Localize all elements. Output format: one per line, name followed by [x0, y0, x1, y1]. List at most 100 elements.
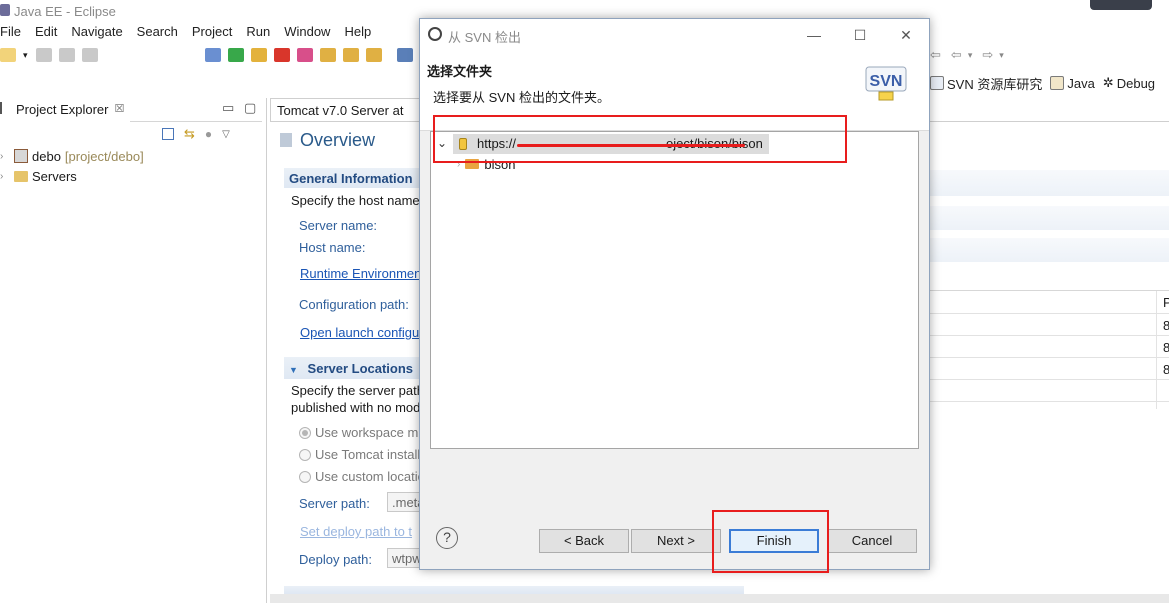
step-into-icon[interactable]	[319, 48, 336, 62]
menu-search[interactable]: Search	[130, 22, 185, 42]
svn-checkout-dialog: 从 SVN 检出 — ☐ ✕ 选择文件夹 选择要从 SVN 检出的文件夹。 SV…	[419, 18, 930, 570]
navigation-history: ⇦ ⇦ ▾ ⇨ ▾	[930, 42, 1004, 68]
table-row-line	[930, 379, 1169, 380]
overview-title: Overview	[300, 130, 376, 150]
step-return-icon[interactable]	[365, 48, 382, 62]
link-editor-icon[interactable]: ⇆	[184, 126, 195, 142]
open-launch-config-link[interactable]: Open launch configu	[300, 325, 419, 340]
project-explorer-header: Project Explorer ☒ ▭ ▢	[0, 97, 262, 122]
table-cell: 8	[1163, 318, 1169, 333]
svn-logo-text: SVN	[870, 73, 903, 90]
runtime-environment-link[interactable]: Runtime Environment	[300, 266, 425, 281]
menu-project[interactable]: Project	[185, 22, 239, 42]
menu-window[interactable]: Window	[277, 22, 337, 42]
collapse-all-icon[interactable]	[162, 128, 174, 140]
floating-widget	[1090, 0, 1152, 10]
dialog-header-title: 选择文件夹	[427, 64, 493, 79]
suspend-icon[interactable]	[250, 48, 267, 62]
step-over-icon[interactable]	[342, 48, 359, 62]
overview-icon	[280, 133, 292, 147]
dialog-close-icon[interactable]: ✕	[896, 25, 916, 45]
dialog-maximize-icon[interactable]: ☐	[850, 25, 870, 45]
window-title: Java EE - Eclipse	[14, 4, 116, 19]
tree-item-servers[interactable]: › Servers	[0, 166, 144, 186]
back-arrow-icon[interactable]: ⇦	[951, 47, 962, 63]
expand-icon[interactable]: ›	[0, 151, 10, 162]
maximize-view-icon[interactable]: ▢	[244, 100, 256, 116]
toolbar-extra-icon[interactable]	[396, 48, 413, 62]
general-info-desc: Specify the host name	[291, 193, 420, 208]
dialog-header-subtitle: 选择要从 SVN 检出的文件夹。	[433, 90, 610, 105]
editor-tab-label: Tomcat v7.0 Server at	[277, 103, 404, 118]
new-icon[interactable]	[0, 48, 16, 62]
table-cell: 8	[1163, 340, 1169, 355]
save-icon[interactable]	[35, 48, 52, 62]
back-history-icon[interactable]: ⇦	[930, 47, 941, 63]
debug-perspective-icon: ✲	[1102, 75, 1114, 90]
expand-icon[interactable]: ›	[0, 171, 10, 182]
ports-table: P 8 8 8	[930, 290, 1169, 409]
menu-help[interactable]: Help	[337, 22, 378, 42]
general-info-title: General Information	[289, 171, 413, 186]
back-dropdown-icon[interactable]: ▾	[968, 50, 973, 61]
server-path-label: Server path:	[299, 496, 370, 511]
next-button[interactable]: Next >	[631, 529, 721, 553]
table-row-line	[930, 313, 1169, 314]
forward-arrow-icon[interactable]: ⇨	[982, 47, 993, 63]
save-all-icon[interactable]	[58, 48, 75, 62]
project-explorer-tab[interactable]: Project Explorer ☒	[0, 97, 131, 122]
new-dropdown-icon[interactable]: ▾	[23, 50, 28, 61]
project-explorer-toolbar: ⇆ ● ▽	[162, 126, 230, 142]
folder-tree[interactable]: ⌄ https://oject/bison/bison › bison	[430, 131, 919, 449]
table-divider	[1156, 291, 1157, 409]
radio-use-tomcat[interactable]: Use Tomcat install	[299, 447, 420, 462]
help-icon: ?	[443, 529, 451, 545]
deploy-path-label: Deploy path:	[299, 552, 372, 567]
menu-run[interactable]: Run	[239, 22, 277, 42]
view-menu-icon[interactable]: ●	[205, 127, 212, 141]
folder-icon	[14, 170, 28, 182]
print-icon[interactable]	[81, 48, 98, 62]
collapse-section-icon[interactable]: ▼	[289, 365, 298, 375]
menu-navigate[interactable]: Navigate	[64, 22, 129, 42]
eclipse-app-icon	[0, 4, 10, 16]
table-row-line	[930, 357, 1169, 358]
perspective-java[interactable]: Java	[1050, 76, 1095, 91]
minimize-view-icon[interactable]: ▭	[222, 100, 234, 116]
right-section-header-2	[930, 206, 1169, 230]
project-explorer-icon	[0, 101, 10, 114]
tree-item-debo[interactable]: › debo [project/debo]	[0, 146, 144, 166]
dialog-minimize-icon[interactable]: —	[804, 25, 824, 45]
configuration-path-label: Configuration path:	[299, 297, 409, 312]
table-header-cell: P	[1163, 295, 1169, 310]
svn-repo-icon	[930, 76, 944, 90]
resume-icon[interactable]	[227, 48, 244, 62]
back-button[interactable]: < Back	[539, 529, 629, 553]
editor-tab[interactable]: Tomcat v7.0 Server at	[270, 98, 420, 122]
view-divider	[266, 98, 267, 603]
main-toolbar: ▾	[0, 44, 420, 66]
cancel-button[interactable]: Cancel	[827, 529, 917, 553]
java-perspective-icon	[1050, 76, 1065, 90]
terminate-icon[interactable]	[273, 48, 290, 62]
set-deploy-path-link[interactable]: Set deploy path to t	[300, 524, 412, 539]
menu-bar: File Edit Navigate Search Project Run Wi…	[0, 22, 378, 42]
menu-file[interactable]: File	[0, 22, 28, 42]
server-locations-header[interactable]: ▼ Server Locations	[284, 357, 424, 379]
server-locations-desc-1: Specify the server path	[291, 383, 424, 398]
view-dropdown-icon[interactable]: ▽	[222, 129, 230, 140]
forward-dropdown-icon[interactable]: ▾	[999, 50, 1004, 61]
close-view-icon[interactable]: ☒	[114, 102, 124, 122]
radio-use-custom[interactable]: Use custom locatio	[299, 469, 425, 484]
general-info-header[interactable]: General Information	[284, 168, 424, 188]
skip-breakpoints-icon[interactable]	[204, 48, 221, 62]
perspective-debug[interactable]: ✲ Debug	[1103, 75, 1155, 91]
radio-use-workspace[interactable]: Use workspace m	[299, 425, 418, 440]
annotation-box-finish	[712, 510, 829, 573]
perspective-svn[interactable]: SVN 资源库研究	[930, 74, 1042, 93]
menu-edit[interactable]: Edit	[28, 22, 64, 42]
disconnect-icon[interactable]	[296, 48, 313, 62]
help-button[interactable]: ?	[436, 527, 458, 549]
annotation-box-repository	[433, 115, 847, 163]
horizontal-scrollbar[interactable]	[270, 594, 1169, 603]
